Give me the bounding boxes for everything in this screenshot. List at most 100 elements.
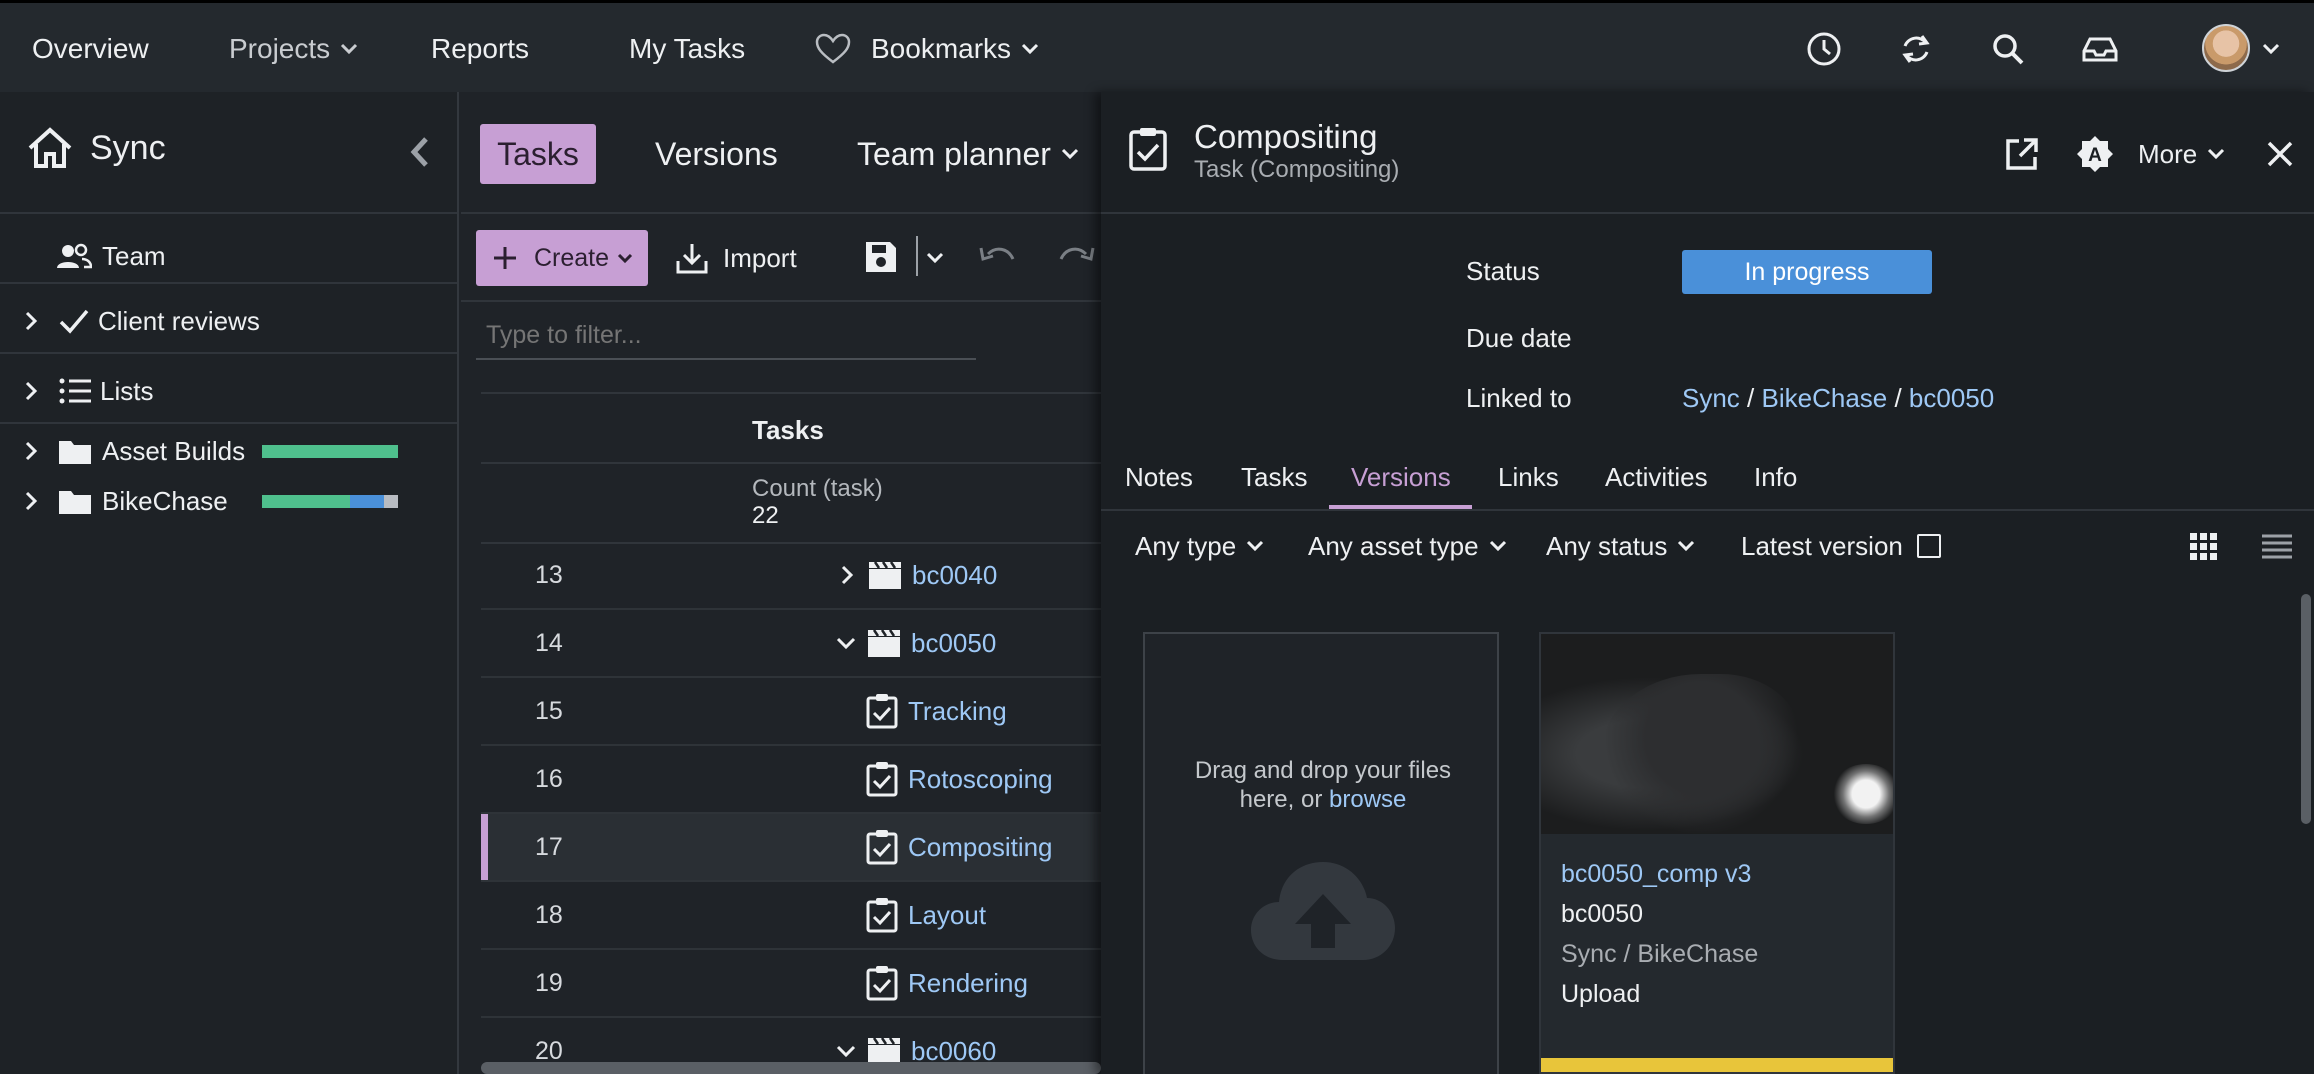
browse-link[interactable]: browse (1329, 786, 1406, 813)
search-icon[interactable] (1988, 29, 2028, 69)
sidebar-item-label: Asset Builds (102, 435, 246, 466)
progress-segment (384, 494, 398, 508)
status-badge[interactable]: In progress (1682, 250, 1932, 294)
chevron-right-icon[interactable] (840, 564, 854, 586)
save-icon[interactable] (864, 240, 898, 274)
asset-type-filter[interactable]: Any asset type (1308, 528, 1507, 564)
chevron-right-icon[interactable] (24, 310, 38, 332)
clock-icon[interactable] (1804, 29, 1844, 69)
list-view-icon[interactable] (2261, 534, 2293, 560)
nav-my-tasks[interactable]: My Tasks (629, 3, 745, 95)
close-icon[interactable] (2267, 141, 2293, 167)
sidebar-item-label: BikeChase (102, 485, 228, 516)
sidebar-item-asset-builds[interactable]: Asset Builds (0, 426, 457, 476)
row-item[interactable]: Layout (866, 882, 986, 948)
breadcrumb-link[interactable]: Sync (1682, 383, 1740, 413)
collapse-sidebar-icon[interactable] (408, 136, 432, 168)
linked-to-label: Linked to (1466, 383, 1572, 413)
chevron-down-icon (1489, 540, 1506, 552)
version-card[interactable]: bc0050_comp v3 bc0050 Sync / BikeChase U… (1539, 632, 1895, 1074)
chevron-down-icon[interactable] (835, 1044, 857, 1058)
chevron-down-icon[interactable] (926, 252, 944, 264)
type-filter[interactable]: Any type (1135, 528, 1264, 564)
nav-my-tasks-label: My Tasks (629, 33, 746, 64)
project-sidebar: Sync Team Client reviews Lists Asset Bui… (0, 92, 459, 1074)
nav-projects[interactable]: Projects (229, 3, 358, 95)
nav-reports[interactable]: Reports (431, 3, 529, 95)
undo-icon[interactable] (978, 242, 1016, 272)
open-external-icon[interactable] (2004, 136, 2040, 172)
table-row[interactable]: 19 Rendering (481, 950, 1121, 1018)
row-number: 16 (535, 764, 563, 793)
user-avatar[interactable] (2202, 24, 2250, 72)
row-item[interactable]: bc0050 (835, 610, 996, 676)
vertical-scrollbar[interactable] (2301, 594, 2311, 824)
svg-text:A: A (2088, 145, 2102, 166)
version-thumbnail[interactable] (1541, 634, 1893, 834)
row-item[interactable]: Rotoscoping (866, 746, 1053, 812)
nav-reports-label: Reports (431, 33, 530, 64)
row-number: 13 (535, 560, 563, 589)
panel-title: Compositing (1194, 118, 1378, 155)
upload-dropzone[interactable]: Drag and drop your files here, or browse (1143, 632, 1499, 1074)
plus-icon (494, 247, 516, 269)
linked-breadcrumb: Sync / BikeChase / bc0050 (1682, 383, 1994, 414)
sidebar-item-lists[interactable]: Lists (0, 358, 457, 424)
chevron-down-icon (341, 43, 358, 55)
table-row[interactable]: 14 bc0050 (481, 610, 1121, 678)
create-button[interactable]: Create (476, 230, 648, 286)
tab-versions[interactable]: Versions (655, 124, 778, 184)
table-row[interactable]: 15 Tracking (481, 678, 1121, 746)
latest-version-toggle[interactable]: Latest version (1741, 528, 1941, 564)
cloud-upload-icon (1251, 862, 1395, 960)
breadcrumb-link[interactable]: bc0050 (1909, 383, 1994, 413)
sidebar-item-label: Client reviews (98, 305, 260, 336)
import-button[interactable]: Import (675, 232, 797, 284)
row-label: Rotoscoping (908, 763, 1053, 794)
grid-view-icon[interactable] (2189, 532, 2219, 562)
row-label: bc0040 (912, 559, 998, 590)
chevron-down-icon[interactable] (2262, 43, 2280, 55)
chevron-down-icon[interactable] (835, 636, 857, 650)
chevron-right-icon[interactable] (24, 380, 38, 402)
row-item[interactable]: Tracking (866, 678, 1007, 744)
nav-bookmarks[interactable]: Bookmarks (815, 3, 1039, 95)
dropzone-message: Drag and drop your files here, or (1194, 757, 1452, 813)
folder-icon (59, 441, 91, 464)
table-row[interactable]: 16 Rotoscoping (481, 746, 1121, 814)
row-item[interactable]: Compositing (866, 814, 1053, 880)
more-button[interactable]: More (2138, 136, 2225, 172)
sidebar-item-bikechase[interactable]: BikeChase (0, 476, 457, 526)
latest-version-checkbox[interactable] (1916, 534, 1941, 558)
table-row[interactable]: 18 Layout (481, 882, 1121, 950)
chevron-right-icon[interactable] (24, 490, 38, 512)
version-name[interactable]: bc0050_comp v3 (1561, 860, 1751, 889)
project-header[interactable]: Sync (26, 126, 166, 170)
horizontal-scrollbar[interactable] (481, 1062, 1101, 1074)
task-detail-panel: Compositing Task (Compositing) A More St… (1101, 92, 2314, 1074)
version-path: Sync / BikeChase (1561, 940, 1759, 968)
breadcrumb-link[interactable]: BikeChase (1762, 383, 1888, 413)
row-number: 17 (535, 832, 563, 861)
redo-icon[interactable] (1056, 242, 1096, 272)
status-label: Status (1466, 256, 1540, 286)
sidebar-item-client-reviews[interactable]: Client reviews (0, 288, 457, 354)
tab-tasks[interactable]: Tasks (480, 124, 596, 184)
chevron-right-icon[interactable] (24, 440, 38, 462)
inbox-icon[interactable] (2080, 29, 2120, 69)
sync-icon[interactable] (1896, 29, 1936, 69)
filter-input[interactable] (476, 312, 976, 360)
status-filter[interactable]: Any status (1546, 528, 1695, 564)
due-date-label: Due date (1466, 323, 1572, 353)
table-row[interactable]: 13 bc0040 (481, 542, 1121, 610)
table-row[interactable]: 17 Compositing (481, 814, 1121, 882)
row-item[interactable]: Rendering (866, 950, 1028, 1016)
row-item[interactable]: bc0040 (840, 542, 997, 608)
nav-overview[interactable]: Overview (32, 3, 149, 95)
tab-label: Links (1498, 462, 1559, 492)
nav-overview-label: Overview (32, 33, 149, 64)
column-header-tasks[interactable]: Tasks (752, 415, 824, 446)
auto-assign-icon[interactable]: A (2075, 134, 2115, 174)
tab-team-planner[interactable]: Team planner (857, 124, 1079, 184)
sidebar-item-team[interactable]: Team (0, 228, 457, 284)
